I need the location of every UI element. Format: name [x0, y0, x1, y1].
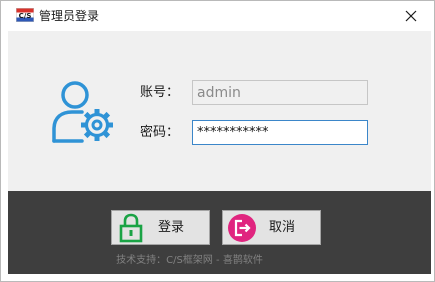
close-icon: [405, 10, 417, 22]
footer-credit: 技术支持：C/S框架网 - 喜鹊软件: [116, 255, 263, 266]
login-window: C/S 管理员登录 账号： admin 密码： *********** 登录 取…: [0, 0, 435, 282]
button-bar: 登录 取消 技术支持：C/S框架网 - 喜鹊软件: [8, 191, 431, 274]
cancel-button-label: 取消: [269, 220, 296, 235]
exit-icon: [228, 214, 256, 242]
login-button[interactable]: 登录: [111, 210, 210, 245]
account-label: 账号：: [140, 85, 180, 100]
cs-app-icon: C/S: [16, 8, 34, 22]
cancel-button[interactable]: 取消: [222, 210, 321, 245]
app-icon-text: C/S: [19, 12, 32, 20]
close-button[interactable]: [388, 1, 434, 31]
password-input[interactable]: [192, 120, 368, 145]
title-bar: C/S 管理员登录: [1, 1, 434, 31]
login-button-label: 登录: [158, 220, 185, 235]
window-title: 管理员登录: [39, 9, 100, 23]
account-input[interactable]: [192, 80, 368, 105]
login-form: 账号： 密码：: [8, 31, 431, 191]
user-settings-icon: [52, 81, 113, 143]
password-label: 密码：: [140, 125, 180, 140]
lock-icon: [119, 213, 143, 243]
